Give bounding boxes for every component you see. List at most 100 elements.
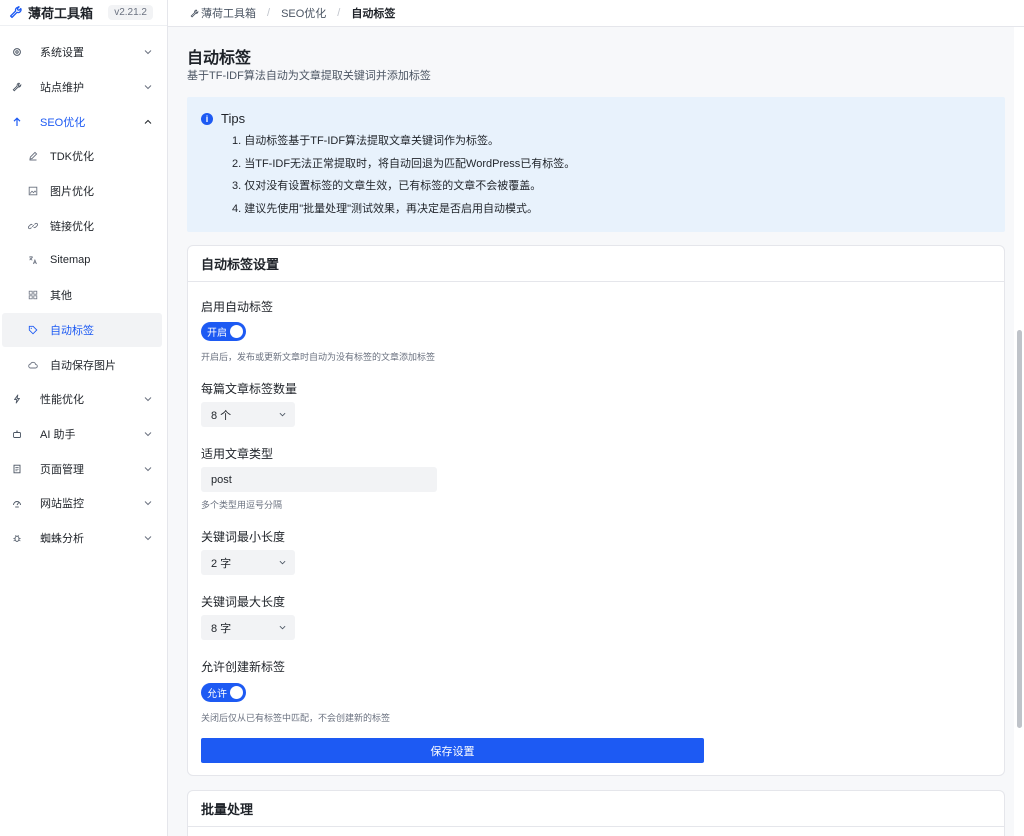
sidebar-subitem-link[interactable]: 链接优化 xyxy=(2,208,162,243)
allow-new-tags-label: 允许创建新标签 xyxy=(201,660,286,674)
sidebar-subitem-auto-tag[interactable]: 自动标签 xyxy=(2,312,162,348)
breadcrumb-separator: / xyxy=(267,7,271,19)
sidebar-subitem-tdk[interactable]: TDK优化 xyxy=(2,139,162,174)
pen-icon xyxy=(28,151,38,161)
enable-auto-tag-label: 启用自动标签 xyxy=(201,300,274,314)
info-icon: i xyxy=(201,112,213,125)
switch-text: 允许 xyxy=(207,689,227,700)
tips-item: 1. 自动标签基于TF-IDF算法提取文章关键词作为标签。 xyxy=(232,135,500,147)
min-length-select[interactable]: 2 字 xyxy=(201,550,295,575)
sidebar-subitem-other[interactable]: 其他 xyxy=(2,278,162,313)
card-title: 自动标签设置 xyxy=(188,246,1004,282)
tips-item: 2. 当TF-IDF无法正常提取时，将自动回退为匹配WordPress已有标签。 xyxy=(232,157,576,170)
select-value: 8 个 xyxy=(211,409,232,422)
breadcrumb-current: 自动标签 xyxy=(351,8,396,20)
chevron-down-icon xyxy=(144,85,152,90)
save-settings-button[interactable]: 保存设置 xyxy=(201,738,704,763)
select-value: 2 字 xyxy=(211,557,232,570)
chevron-down-icon xyxy=(144,536,152,541)
sidebar-item-label: 系统设置 xyxy=(40,47,84,60)
sidebar-subitem-label: 自动标签 xyxy=(50,324,94,337)
gear-icon xyxy=(12,47,22,57)
chevron-down-icon xyxy=(144,466,152,471)
sidebar-item-page-management[interactable]: 页面管理 xyxy=(0,451,168,486)
sidebar-item-system-settings[interactable]: 系统设置 xyxy=(0,35,168,70)
tag-icon xyxy=(28,325,38,335)
sidebar-item-site-maintenance[interactable]: 站点维护 xyxy=(0,70,168,105)
sidebar-item-label: 蜘蛛分析 xyxy=(40,532,84,545)
max-length-label: 关键词最大长度 xyxy=(201,595,286,609)
breadcrumb-separator: / xyxy=(337,7,341,19)
tips-list: 1. 自动标签基于TF-IDF算法提取文章关键词作为标签。 2. 当TF-IDF… xyxy=(201,130,991,220)
sidebar-menu: 系统设置 站点维护 SEO优化 TDK优化 图片优化 链接优化 Sitemap … xyxy=(0,35,168,555)
sidebar-item-label: 站点维护 xyxy=(40,82,84,95)
sidebar-item-site-monitor[interactable]: 网站监控 xyxy=(0,486,168,521)
link-icon xyxy=(28,221,38,231)
scrollbar[interactable] xyxy=(1017,330,1022,728)
card-title: 批量处理 xyxy=(188,791,1004,827)
sidebar-item-seo[interactable]: SEO优化 xyxy=(0,104,168,139)
sidebar-item-ai-assistant[interactable]: AI 助手 xyxy=(0,417,168,452)
sidebar-subitem-label: TDK优化 xyxy=(50,151,94,164)
wrench-logo-icon xyxy=(8,6,22,20)
sidebar-subitem-auto-save-image[interactable]: 自动保存图片 xyxy=(2,347,162,382)
allow-new-tags-switch[interactable]: 允许 xyxy=(201,683,246,702)
breadcrumb-home-label: 薄荷工具箱 xyxy=(201,8,256,20)
chevron-down-icon xyxy=(144,432,152,437)
version-badge: v2.21.2 xyxy=(108,5,153,20)
cloud-icon xyxy=(28,360,38,370)
tips-item: 3. 仅对没有设置标签的文章生效，已有标签的文章不会被覆盖。 xyxy=(232,180,542,192)
post-type-input[interactable]: post xyxy=(201,467,437,492)
bug-icon xyxy=(12,533,22,543)
tag-count-label: 每篇文章标签数量 xyxy=(201,382,298,396)
chevron-down-icon xyxy=(279,625,286,630)
tips-item: 4. 建议先使用"批量处理"测试效果，再决定是否启用自动模式。 xyxy=(232,202,539,215)
sidebar-subitem-label: 图片优化 xyxy=(50,186,94,199)
sidebar-item-spider-analysis[interactable]: 蜘蛛分析 xyxy=(0,521,168,556)
breadcrumb-home[interactable]: 薄荷工具箱 xyxy=(190,5,256,21)
tips-title: Tips xyxy=(221,111,246,126)
chevron-up-icon xyxy=(144,119,152,124)
breadcrumb-section[interactable]: SEO优化 xyxy=(281,5,326,21)
allow-new-hint: 关闭后仅从已有标签中匹配，不会创建新的标签 xyxy=(201,713,391,723)
max-length-select[interactable]: 8 字 xyxy=(201,615,295,640)
page-title: 自动标签 xyxy=(187,50,252,67)
app-name: 薄荷工具箱 xyxy=(28,6,94,21)
chevron-down-icon xyxy=(144,50,152,55)
chevron-down-icon xyxy=(144,501,152,506)
sidebar-subitem-image[interactable]: 图片优化 xyxy=(2,174,162,209)
bolt-icon xyxy=(12,394,22,404)
sidebar-subitem-label: 其他 xyxy=(50,290,72,303)
sidebar-subitem-label: Sitemap xyxy=(50,254,91,267)
sidebar-item-label: 性能优化 xyxy=(40,394,84,407)
enable-auto-tag-switch[interactable]: 开启 xyxy=(201,322,246,341)
chevron-down-icon xyxy=(144,397,152,402)
select-value: 8 字 xyxy=(211,622,232,635)
translate-icon xyxy=(28,255,38,265)
grid-icon xyxy=(28,290,38,300)
tag-count-select[interactable]: 8 个 xyxy=(201,402,295,427)
sidebar-item-label: 网站监控 xyxy=(40,498,84,511)
wrench-icon xyxy=(12,82,22,92)
switch-knob xyxy=(230,686,243,699)
switch-knob xyxy=(230,325,243,338)
post-type-hint: 多个类型用逗号分隔 xyxy=(201,500,283,510)
robot-icon xyxy=(12,429,22,439)
input-value: post xyxy=(211,473,232,486)
switch-text: 开启 xyxy=(207,328,227,339)
batch-process-card: 批量处理 xyxy=(187,790,1005,836)
wrench-icon xyxy=(190,9,199,17)
sidebar-subitem-sitemap[interactable]: Sitemap xyxy=(2,243,162,278)
brand: 薄荷工具箱 v2.21.2 xyxy=(0,0,167,26)
monitor-icon xyxy=(12,498,22,508)
sidebar-item-label: 页面管理 xyxy=(40,463,84,476)
min-length-label: 关键词最小长度 xyxy=(201,530,286,544)
enable-hint: 开启后，发布或更新文章时自动为没有标签的文章添加标签 xyxy=(201,352,436,362)
main-content: 自动标签 基于TF-IDF算法自动为文章提取关键词并添加标签 i Tips 1.… xyxy=(168,27,1014,836)
chevron-down-icon xyxy=(279,412,286,417)
sidebar: 薄荷工具箱 v2.21.2 系统设置 站点维护 SEO优化 TDK优化 图片优化… xyxy=(0,0,168,836)
breadcrumb: 薄荷工具箱 / SEO优化 / 自动标签 xyxy=(168,0,1024,27)
sidebar-item-performance[interactable]: 性能优化 xyxy=(0,382,168,417)
chevron-down-icon xyxy=(279,560,286,565)
arrow-up-icon xyxy=(12,117,22,127)
